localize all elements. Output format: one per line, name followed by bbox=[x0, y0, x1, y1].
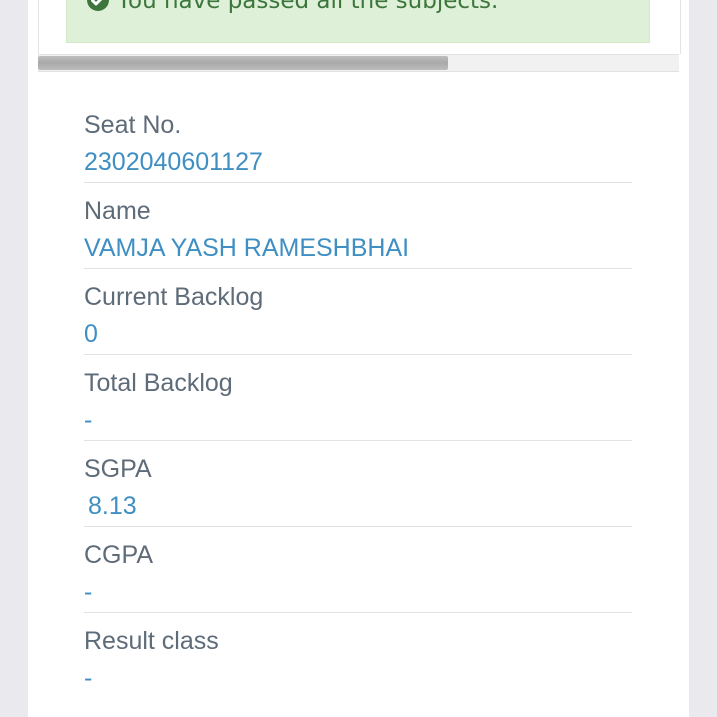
result-details: Seat No. 2302040601127 Name VAMJA YASH R… bbox=[84, 97, 632, 699]
seat-no-row: Seat No. 2302040601127 bbox=[84, 97, 632, 183]
sgpa-row: SGPA 8.13 bbox=[84, 441, 632, 527]
result-page: You have passed all the subjects. Seat N… bbox=[28, 0, 689, 717]
name-value: VAMJA YASH RAMESHBHAI bbox=[84, 234, 410, 262]
cgpa-value: - bbox=[84, 578, 93, 606]
current-backlog-label: Current Backlog bbox=[84, 283, 264, 311]
result-class-row: Result class - bbox=[84, 613, 632, 699]
sgpa-label: SGPA bbox=[84, 455, 152, 483]
current-backlog-value: 0 bbox=[84, 320, 98, 348]
cgpa-row: CGPA - bbox=[84, 527, 632, 613]
horizontal-scrollbar[interactable] bbox=[38, 54, 679, 72]
result-class-value: - bbox=[84, 664, 93, 692]
total-backlog-row: Total Backlog - bbox=[84, 355, 632, 441]
sgpa-value: 8.13 bbox=[88, 492, 137, 520]
name-label: Name bbox=[84, 197, 151, 225]
total-backlog-value: - bbox=[84, 406, 93, 434]
seat-no-value: 2302040601127 bbox=[84, 148, 263, 176]
check-circle-icon bbox=[87, 0, 109, 11]
result-class-label: Result class bbox=[84, 627, 219, 655]
cgpa-label: CGPA bbox=[84, 541, 153, 569]
alert-text: You have passed all the subjects. bbox=[117, 0, 499, 14]
success-alert: You have passed all the subjects. bbox=[66, 0, 650, 43]
seat-no-label: Seat No. bbox=[84, 111, 182, 139]
name-row: Name VAMJA YASH RAMESHBHAI bbox=[84, 183, 632, 269]
current-backlog-row: Current Backlog 0 bbox=[84, 269, 632, 355]
total-backlog-label: Total Backlog bbox=[84, 369, 233, 397]
scrollbar-thumb[interactable] bbox=[38, 56, 448, 70]
